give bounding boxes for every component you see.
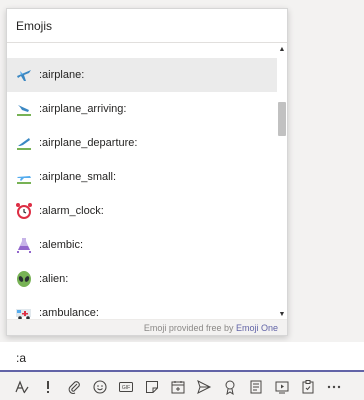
emoji-label: :ambulance: xyxy=(39,307,99,319)
meeting-icon[interactable] xyxy=(168,377,188,397)
teams-compose-area: Emojis :airplane: :airplane_arriving::a… xyxy=(0,0,364,400)
emoji-one-link[interactable]: Emoji One xyxy=(236,323,278,333)
attach-icon[interactable] xyxy=(64,377,84,397)
compose-input-text[interactable]: :a xyxy=(16,351,26,365)
airplane-small-icon xyxy=(14,167,34,187)
svg-text:GIF: GIF xyxy=(122,385,130,391)
emoji-label: :alien: xyxy=(39,273,69,285)
notes-icon[interactable] xyxy=(246,377,266,397)
alarm-clock-icon xyxy=(14,201,34,221)
emoji-label: :airplane: xyxy=(39,69,85,81)
emoji-item-alien[interactable]: :alien: xyxy=(7,262,277,296)
emoji-icon[interactable] xyxy=(90,377,110,397)
important-icon[interactable] xyxy=(38,377,58,397)
message-compose-box[interactable]: :a xyxy=(0,342,364,372)
emoji-scrollbar[interactable]: ▲ ▼ xyxy=(277,43,287,320)
airplane-arriving-icon xyxy=(14,99,34,119)
stream-icon[interactable] xyxy=(272,377,292,397)
emoji-item-alembic[interactable]: :alembic: xyxy=(7,228,277,262)
sticker-icon[interactable] xyxy=(142,377,162,397)
compose-toolbar: GIF xyxy=(0,374,364,400)
emoji-item-airplane[interactable]: :airplane: xyxy=(7,58,277,92)
format-icon[interactable] xyxy=(12,377,32,397)
emoji-label: :airplane_departure: xyxy=(39,137,138,149)
scroll-up-arrow-icon[interactable]: ▲ xyxy=(277,45,287,55)
emoji-list: :airplane: :airplane_arriving: :airplane… xyxy=(7,43,287,320)
emoji-attribution: Emoji provided free by Emoji One xyxy=(7,319,287,335)
gif-icon[interactable]: GIF xyxy=(116,377,136,397)
praise-icon[interactable] xyxy=(220,377,240,397)
attribution-text: Emoji provided free by xyxy=(143,323,236,333)
clipboard-icon[interactable] xyxy=(298,377,318,397)
alembic-icon xyxy=(14,235,34,255)
more-icon[interactable] xyxy=(324,377,344,397)
emoji-item-airplane-small[interactable]: :airplane_small: xyxy=(7,160,277,194)
emoji-label: :airplane_small: xyxy=(39,171,117,183)
airplane-departure-icon xyxy=(14,133,34,153)
emoji-popup: Emojis :airplane: :airplane_arriving::a… xyxy=(6,8,288,336)
emoji-item-airplane-arriving[interactable]: :airplane_arriving: xyxy=(7,92,277,126)
scroll-thumb[interactable] xyxy=(278,102,286,136)
emoji-label: :alembic: xyxy=(39,239,84,251)
emoji-item-airplane-departure[interactable]: :airplane_departure: xyxy=(7,126,277,160)
send-icon[interactable] xyxy=(194,377,214,397)
alien-icon xyxy=(14,269,34,289)
emoji-label: :alarm_clock: xyxy=(39,205,104,217)
ambulance-icon xyxy=(14,303,34,320)
emoji-label: :airplane_arriving: xyxy=(39,103,127,115)
popup-title: Emojis xyxy=(7,9,287,43)
airplane-icon xyxy=(14,65,34,85)
emoji-item-ambulance[interactable]: :ambulance: xyxy=(7,296,277,320)
emoji-item-alarm-clock[interactable]: :alarm_clock: xyxy=(7,194,277,228)
